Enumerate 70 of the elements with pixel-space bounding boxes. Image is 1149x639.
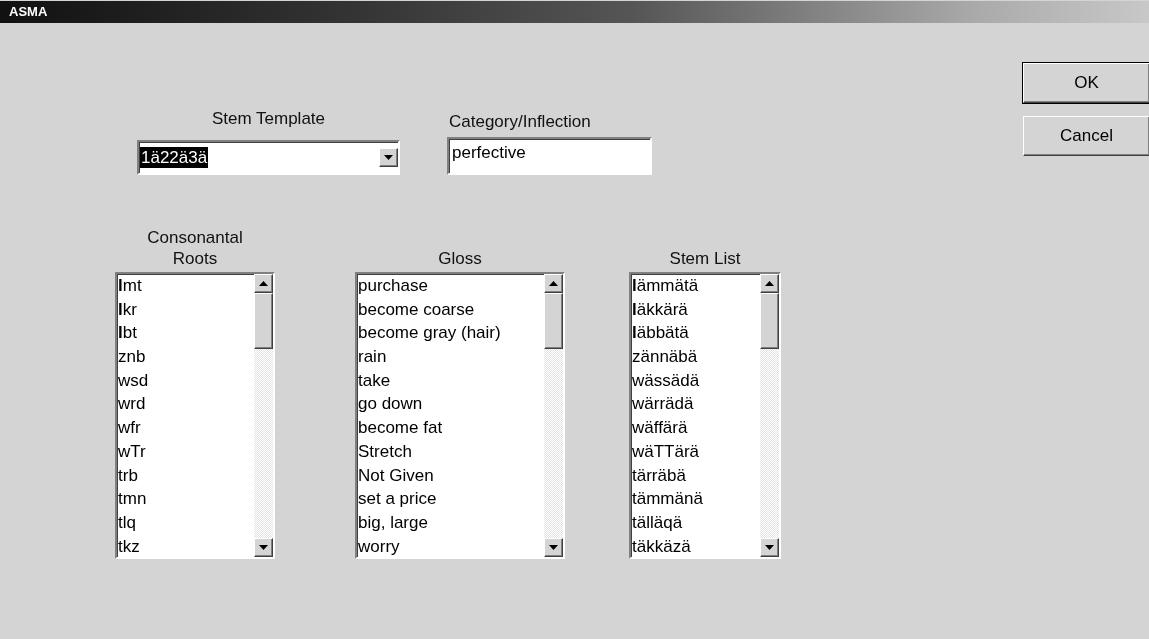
list-item[interactable]: läbbätä [632,321,760,346]
list-item[interactable]: wäTTärä [632,439,760,464]
dropdown-value: 1ä22ä3ä [140,147,209,168]
list-item[interactable]: trb [118,463,254,488]
list-item[interactable]: rain [358,345,544,369]
scroll-down-button[interactable] [544,538,563,557]
list-item[interactable]: become gray (hair) [358,321,544,346]
list-item[interactable]: worry [358,534,544,557]
list-item[interactable]: lkr [118,297,254,322]
scroll-thumb[interactable] [254,293,273,349]
list-item[interactable]: lbt [118,321,254,346]
list-item[interactable]: become fat [358,416,544,440]
scrollbar[interactable] [544,274,563,557]
list-label: Consonantal Roots [146,227,244,269]
list-item[interactable]: znb [118,345,254,369]
scroll-up-button[interactable] [254,274,273,293]
up-arrow-icon [765,281,774,286]
dialog-button[interactable]: Cancel [1023,116,1149,156]
scrollbar[interactable] [760,274,779,557]
list-item[interactable]: wrd [118,392,254,417]
list-item[interactable]: big, large [358,510,544,535]
list-item[interactable]: set a price [358,487,544,511]
field-label: Stem Template [211,108,326,129]
list-item[interactable]: become coarse [358,297,544,322]
list-item[interactable]: wfr [118,416,254,440]
list-box[interactable]: purchase become coarse become gray (hair) rain take go down become fat Stretch Not Given set a price big, large worry [355,272,565,559]
list-item[interactable]: wärrädä [632,392,760,417]
list-item[interactable]: wsd [118,368,254,393]
list-item[interactable]: Not Given [358,463,544,488]
list-item[interactable]: tkz [118,534,254,557]
stem-template-dropdown[interactable]: 1ä22ä3ä [137,140,400,175]
scroll-down-button[interactable] [760,538,779,557]
list-item[interactable]: go down [358,392,544,417]
list-item[interactable]: lmt [118,274,254,298]
scroll-down-button[interactable] [254,538,273,557]
list-item[interactable]: tälläqä [632,510,760,535]
list-item[interactable]: wässädä [632,368,760,393]
list-item[interactable]: täkkäzä [632,534,760,557]
scroll-up-button[interactable] [760,274,779,293]
list-item[interactable]: tmn [118,487,254,511]
list-item[interactable]: zännäbä [632,345,760,369]
down-arrow-icon [549,545,558,550]
scroll-up-button[interactable] [544,274,563,293]
down-arrow-icon [384,155,393,160]
list-item[interactable]: tärräbä [632,463,760,488]
dropdown-button[interactable] [379,148,398,167]
up-arrow-icon [259,281,268,286]
list-item[interactable]: läkkärä [632,297,760,322]
list-item[interactable]: tämmänä [632,487,760,511]
list-item[interactable]: Stretch [358,439,544,464]
list-item[interactable]: take [358,368,544,393]
window-title: ASMA [0,1,1149,23]
list-box[interactable]: lmt lkr lbt znb wsd wrd wfr wTr trb tmn tlq tkz [115,272,275,559]
list-item[interactable]: purchase [358,274,544,298]
list-label: Stem List [668,248,742,269]
scroll-thumb[interactable] [760,293,779,349]
down-arrow-icon [765,545,774,550]
list-label: Gloss [437,248,483,269]
scroll-thumb[interactable] [544,293,563,349]
dialog-button[interactable]: OK [1023,63,1149,103]
list-item[interactable]: wTr [118,439,254,464]
list-item[interactable]: tlq [118,510,254,535]
down-arrow-icon [259,545,268,550]
field-label: Category/Inflection [449,111,592,132]
scrollbar[interactable] [254,274,273,557]
up-arrow-icon [549,281,558,286]
list-box[interactable]: lämmätä läkkärä läbbätä zännäbä wässädä wärrädä wäffärä wäTTärä tärräbä tämmänä tälläqä täkkäzä [629,272,781,559]
list-item[interactable]: wäffärä [632,416,760,440]
input-field[interactable]: perfective [447,137,652,175]
list-item[interactable]: lämmätä [632,274,760,298]
